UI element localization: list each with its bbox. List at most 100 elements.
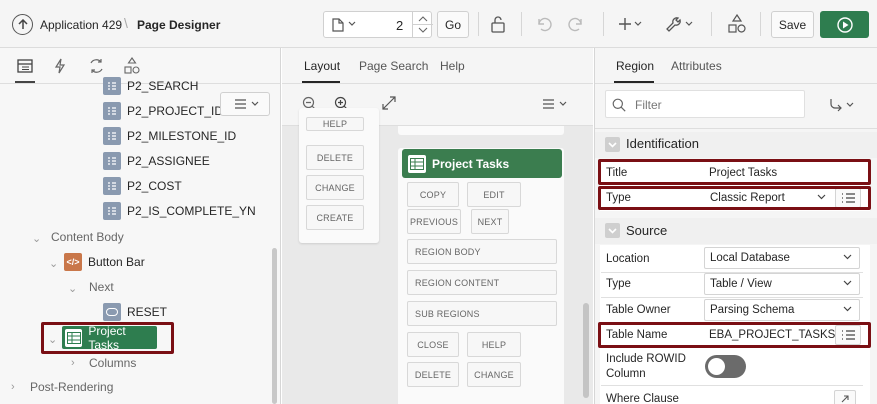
layout-button-change[interactable]: CHANGE <box>306 175 364 200</box>
go-to-group-icon[interactable] <box>829 98 857 112</box>
collapse-toggle-icon[interactable] <box>605 137 620 152</box>
layout-button-next[interactable]: NEXT <box>471 209 509 234</box>
tree-scrollbar[interactable] <box>272 248 277 404</box>
tree-label: P2_COST <box>127 179 182 193</box>
layout-button-close[interactable]: CLOSE <box>407 332 459 357</box>
tree-item-columns[interactable]: Columns <box>89 351 136 375</box>
tab-layout[interactable]: Layout <box>304 59 340 73</box>
tree-item-page-item[interactable]: P2_SEARCH <box>103 74 198 98</box>
tree-item-page-item[interactable]: P2_COST <box>103 174 182 198</box>
application-link[interactable]: Application 429 <box>40 18 122 32</box>
tree-item-page-item[interactable]: P2_PROJECT_ID <box>103 99 223 123</box>
create-menu-icon[interactable] <box>618 16 644 32</box>
breadcrumb-separator: \ <box>124 15 128 31</box>
property-editor-panel: Region Attributes Filter Identification … <box>594 48 877 404</box>
layout-button-previous[interactable]: PREVIOUS <box>407 209 461 234</box>
tree-item-page-item[interactable]: P2_IS_COMPLETE_YN <box>103 199 256 223</box>
source-type-value: Table / View <box>710 278 772 290</box>
tree-label: P2_MILESTONE_ID <box>127 129 237 143</box>
source-group-header[interactable]: Source <box>595 218 877 244</box>
layout-menu-icon[interactable] <box>542 97 572 111</box>
source-type-label: Type <box>606 278 631 290</box>
location-label: Location <box>606 253 650 265</box>
layout-button-edit[interactable]: EDIT <box>467 182 521 207</box>
lock-page-icon[interactable] <box>490 15 506 33</box>
button-icon <box>103 303 121 321</box>
chevron-down-icon[interactable] <box>348 21 356 27</box>
chevron-right-icon[interactable]: › <box>11 381 15 393</box>
tree-label: RESET <box>127 305 168 319</box>
undo-icon[interactable] <box>535 15 553 33</box>
tree-item-page-item[interactable]: P2_MILESTONE_ID <box>103 124 236 148</box>
filter-input[interactable]: Filter <box>605 90 805 118</box>
tab-attributes[interactable]: Attributes <box>671 59 722 73</box>
tree-item-post-rendering[interactable]: Post-Rendering <box>30 375 113 399</box>
separator <box>760 12 761 36</box>
chevron-down-icon <box>843 280 852 286</box>
layout-button-delete[interactable]: DELETE <box>306 145 364 170</box>
layout-button-create[interactable]: CREATE <box>306 205 364 230</box>
chevron-right-icon[interactable]: › <box>71 357 75 369</box>
source-type-select[interactable]: Table / View <box>704 273 860 295</box>
rendering-tab-icon[interactable] <box>15 59 35 83</box>
tab-page-search[interactable]: Page Search <box>359 59 428 73</box>
page-stepper[interactable] <box>412 12 433 37</box>
tree-item-next[interactable]: Next <box>89 275 114 299</box>
layout-button-copy[interactable]: COPY <box>407 182 459 207</box>
tree-toolbar-menu[interactable] <box>220 92 270 116</box>
separator <box>521 12 522 36</box>
collapse-toggle-icon[interactable] <box>605 223 620 238</box>
tree-label: P2_IS_COMPLETE_YN <box>127 204 256 218</box>
rendering-tree-panel: P2_SEARCH P2_PROJECT_ID P2_MILESTONE_ID P2_… <box>0 48 281 404</box>
dynamic-actions-tab-icon[interactable] <box>54 58 66 74</box>
include-rowid-label-line2: Column <box>606 368 646 380</box>
tree-item-button-bar[interactable]: </> Button Bar <box>64 250 145 274</box>
layout-button-delete-region[interactable]: DELETE <box>407 362 459 387</box>
layout-panel: Layout Page Search Help HELP DELETE CHAN… <box>282 48 593 404</box>
include-rowid-label: Include ROWID <box>606 353 686 365</box>
app-home-icon[interactable] <box>12 14 33 35</box>
save-button[interactable]: Save <box>771 11 814 38</box>
chevron-down-icon[interactable]: ⌄ <box>32 232 41 245</box>
tree-item-page-item[interactable]: P2_ASSIGNEE <box>103 149 210 173</box>
layout-slot-region-content[interactable]: REGION CONTENT <box>407 270 557 295</box>
go-button[interactable]: Go <box>437 11 469 38</box>
tree-item-content-body[interactable]: Content Body <box>51 225 124 249</box>
layout-scrollbar[interactable] <box>583 303 589 398</box>
layout-button-help-region[interactable]: HELP <box>467 332 521 357</box>
identification-group-header[interactable]: Identification <box>595 132 877 158</box>
tree-item-reset[interactable]: RESET <box>103 300 167 324</box>
chevron-down-icon[interactable]: ⌄ <box>49 257 58 270</box>
where-clause-label: Where Clause <box>606 393 679 404</box>
page-item-icon <box>103 152 121 170</box>
tab-help[interactable]: Help <box>440 59 465 73</box>
expand-icon[interactable] <box>382 96 396 110</box>
tab-region[interactable]: Region <box>616 59 654 73</box>
layout-button-change-region[interactable]: CHANGE <box>467 362 521 387</box>
layout-button-help[interactable]: HELP <box>306 117 364 131</box>
page-number-input[interactable]: 2 <box>396 18 403 33</box>
redo-icon[interactable] <box>567 15 585 33</box>
region-header-project-tasks[interactable]: Project Tasks <box>402 149 562 178</box>
shared-components-icon[interactable] <box>728 14 746 34</box>
shared-components-tab-icon[interactable] <box>124 57 140 75</box>
utilities-wrench-icon[interactable] <box>665 15 695 33</box>
page-selector[interactable]: 2 <box>323 11 433 38</box>
layout-slot-region-body[interactable]: REGION BODY <box>407 239 557 264</box>
location-select[interactable]: Local Database <box>704 247 860 269</box>
static-content-icon: </> <box>64 253 82 271</box>
page-designer-title: Page Designer <box>137 18 221 32</box>
layout-slot-sub-regions[interactable]: SUB REGIONS <box>407 301 557 326</box>
chevron-down-icon <box>843 306 852 312</box>
processing-tab-icon[interactable] <box>88 58 105 74</box>
separator <box>603 12 604 36</box>
run-page-button[interactable] <box>820 11 869 38</box>
region-title: Project Tasks <box>432 156 510 171</box>
page-icon[interactable] <box>332 18 344 32</box>
table-owner-select[interactable]: Parsing Schema <box>704 299 860 321</box>
chevron-down-icon[interactable]: ⌄ <box>68 282 77 295</box>
expand-editor-icon[interactable] <box>834 390 856 404</box>
toggle-knob <box>708 358 725 375</box>
include-rowid-toggle[interactable] <box>705 355 746 378</box>
tree-label: P2_PROJECT_ID <box>127 104 224 118</box>
